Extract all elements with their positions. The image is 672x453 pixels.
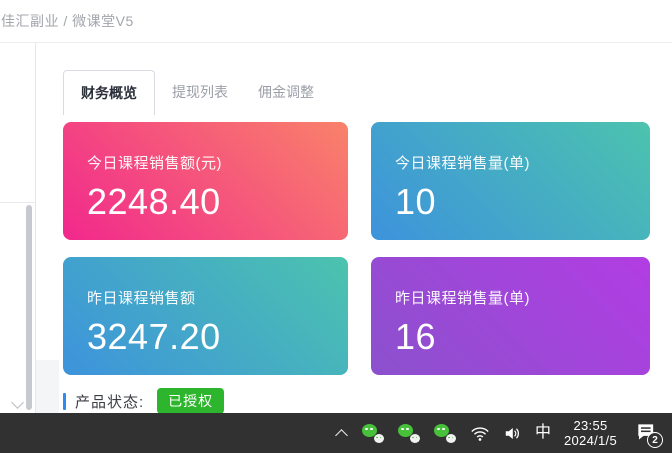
notification-badge: 2 — [647, 432, 663, 448]
rail-divider — [0, 202, 35, 203]
wechat-icon[interactable] — [398, 424, 421, 443]
wechat-icon[interactable] — [362, 424, 385, 443]
wifi-icon[interactable] — [470, 425, 490, 442]
content-row: 财务概览 提现列表 佣金调整 今日课程销售额(元) 2248.40 今日课程销售… — [0, 43, 672, 413]
tab-commission-adjust[interactable]: 佣金调整 — [243, 70, 329, 115]
clock-date: 2024/1/5 — [564, 433, 617, 449]
scrollbar-thumb[interactable] — [26, 205, 32, 410]
header: 佳汇副业 / 微课堂V5 — [0, 0, 672, 43]
wechat-icon[interactable] — [434, 424, 457, 443]
stat-card-today-sales-amount: 今日课程销售额(元) 2248.40 — [63, 122, 348, 240]
stat-label: 今日课程销售额(元) — [87, 152, 324, 173]
stat-card-today-sales-count: 今日课程销售量(单) 10 — [371, 122, 650, 240]
stat-card-yesterday-sales-amount: 昨日课程销售额 3247.20 — [63, 257, 348, 375]
stat-value: 2248.40 — [87, 181, 324, 223]
stat-value: 16 — [395, 316, 626, 358]
action-center-icon[interactable]: 2 — [633, 420, 660, 446]
chevron-up-icon[interactable] — [335, 429, 348, 442]
main-panel: 财务概览 提现列表 佣金调整 今日课程销售额(元) 2248.40 今日课程销售… — [36, 43, 672, 413]
status-accent-bar — [63, 393, 66, 410]
product-status-row: 产品状态: 已授权 — [63, 388, 672, 414]
background-patch — [36, 360, 59, 413]
status-badge: 已授权 — [157, 388, 224, 414]
stat-label: 今日课程销售量(单) — [395, 152, 626, 173]
taskbar-clock[interactable]: 23:55 2024/1/5 — [564, 418, 617, 449]
volume-icon[interactable] — [503, 424, 522, 443]
stat-value: 3247.20 — [87, 316, 324, 358]
tab-withdraw-list[interactable]: 提现列表 — [157, 70, 243, 115]
left-rail — [0, 43, 36, 413]
stat-card-yesterday-sales-count: 昨日课程销售量(单) 16 — [371, 257, 650, 375]
breadcrumb[interactable]: 佳汇副业 / 微课堂V5 — [1, 11, 134, 31]
stat-cards: 今日课程销售额(元) 2248.40 今日课程销售量(单) 10 昨日课程销售额… — [63, 122, 672, 375]
stat-label: 昨日课程销售量(单) — [395, 287, 626, 308]
chevron-down-icon[interactable] — [11, 396, 24, 409]
tab-bar: 财务概览 提现列表 佣金调整 — [63, 70, 672, 115]
tab-finance-overview[interactable]: 财务概览 — [63, 70, 155, 115]
taskbar: 中 23:55 2024/1/5 2 — [0, 413, 672, 453]
clock-time: 23:55 — [564, 418, 617, 434]
screen: 佳汇副业 / 微课堂V5 财务概览 提现列表 佣金调整 今日课程销售额(元) 2… — [0, 0, 672, 453]
product-status-label: 产品状态: — [75, 391, 144, 412]
ime-indicator[interactable]: 中 — [535, 425, 551, 441]
stat-label: 昨日课程销售额 — [87, 287, 324, 308]
stat-value: 10 — [395, 181, 626, 223]
